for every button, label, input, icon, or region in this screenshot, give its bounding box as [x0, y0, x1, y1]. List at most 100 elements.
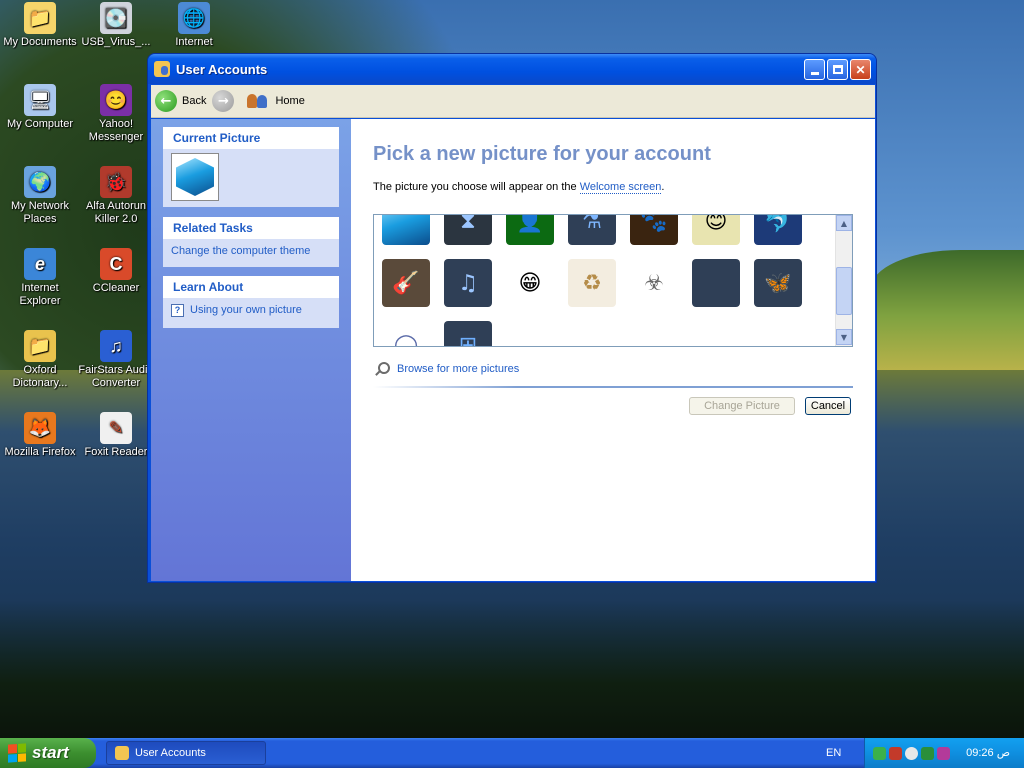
home-button[interactable]: Home — [240, 91, 305, 111]
maximize-button[interactable] — [827, 59, 848, 80]
desc-before: The picture you choose will appear on th… — [373, 181, 580, 193]
current-picture — [171, 153, 219, 201]
taskbar-item-user-accounts[interactable]: User Accounts — [106, 741, 266, 765]
shield-icon[interactable] — [921, 746, 934, 760]
learn-about-panel: Learn About ? Using your own picture — [163, 276, 339, 328]
scroll-thumb[interactable] — [836, 267, 852, 315]
picture-smiley[interactable]: 😊 — [692, 214, 740, 245]
taskbar: start User Accounts EN 09:26 ص — [0, 738, 1024, 768]
desktop-hill — [870, 250, 1024, 370]
picture-recycle-bin[interactable]: ♻ — [568, 259, 616, 307]
related-tasks-panel: Related Tasks Change the computer theme — [163, 217, 339, 267]
browse-label: Browse for more pictures — [397, 363, 520, 375]
bug-icon: 🐞 — [100, 166, 132, 198]
window-content: Current Picture Related Tasks Change the… — [151, 119, 875, 581]
picture-grinning-smiley[interactable]: 😁 — [506, 259, 554, 307]
desc-after: . — [661, 181, 665, 193]
own-picture-link[interactable]: Using your own picture — [190, 304, 302, 316]
separator — [373, 386, 853, 388]
minimize-icon — [810, 71, 819, 75]
desktop-icon-internet-explorer[interactable]: e Internet Explorer — [0, 248, 80, 308]
windows-logo-icon — [8, 743, 26, 763]
back-arrow-icon: ← — [155, 90, 177, 112]
close-button[interactable]: ✕ — [850, 59, 871, 80]
computer-icon: 🖥 — [24, 84, 56, 116]
desktop-icon-foxit-reader[interactable]: ✎ Foxit Reader — [76, 412, 156, 459]
picture-apple[interactable] — [692, 259, 740, 307]
minimize-button[interactable] — [804, 59, 825, 80]
butterfly-icon: 🦋 — [764, 270, 792, 296]
scroll-up-button[interactable]: ▲ — [836, 215, 852, 231]
desktop-icon-label: Internet — [175, 36, 213, 48]
windows-flag-icon: ⊞ — [458, 332, 478, 347]
usb-drive-icon: 💽 — [100, 2, 132, 34]
smiley-icon: 😊 — [704, 214, 728, 234]
current-picture-header: Current Picture — [163, 127, 339, 149]
scroll-down-button[interactable]: ▼ — [836, 329, 852, 345]
close-icon: ✕ — [855, 62, 866, 77]
desktop-icon-label: Mozilla Firefox — [4, 446, 76, 458]
desktop-icon-label: My Documents — [3, 36, 77, 48]
desktop-icon-alfa-autorun-killer[interactable]: 🐞 Alfa Autorun Killer 2.0 — [76, 166, 156, 226]
desktop-icon-internet[interactable]: 🌐 Internet — [154, 2, 234, 49]
desktop-icon-yahoo-messenger[interactable]: 😊 Yahoo! Messenger — [76, 84, 156, 144]
picture-hourglass[interactable]: ⧗ — [444, 215, 492, 245]
related-tasks-body: Change the computer theme — [163, 239, 339, 263]
back-label: Back — [182, 95, 207, 107]
learn-about-header: Learn About — [163, 276, 339, 298]
picker-scrollbar[interactable]: ▲ ▼ — [835, 215, 852, 346]
change-picture-button[interactable]: Change Picture — [689, 397, 795, 415]
language-indicator[interactable]: EN — [826, 747, 841, 759]
desktop-icon-label: My Network Places — [10, 200, 70, 225]
ie-e-icon: e — [24, 248, 56, 280]
messenger-icon[interactable] — [905, 746, 918, 760]
antivirus-icon[interactable] — [889, 746, 902, 760]
welcome-screen-link[interactable]: Welcome screen — [579, 181, 662, 194]
picture-music-note[interactable]: ♫ — [444, 259, 492, 307]
flask-icon: ⚗ — [582, 214, 602, 234]
picture-blue-cube[interactable] — [382, 215, 430, 245]
recycle-icon: ♻ — [582, 270, 602, 296]
desktop-icon-usb-virus[interactable]: 💽 USB_Virus_... — [76, 2, 156, 49]
picture-dolphin[interactable]: 🐬 — [754, 215, 802, 245]
knot-icon: ☣ — [644, 270, 664, 296]
desktop-icon-label: My Computer — [6, 118, 74, 130]
desktop-icon-my-network-places[interactable]: 🌍 My Network Places — [0, 166, 80, 226]
network-icon[interactable] — [873, 746, 886, 760]
ring-icon: ◯ — [393, 332, 419, 347]
browse-pictures-link[interactable]: Browse for more pictures — [375, 362, 519, 376]
picture-butterfly[interactable]: 🦋 — [754, 259, 802, 307]
picture-blue-flask[interactable]: ⚗ — [568, 214, 616, 245]
desktop-icon-fairstars-audio-converter[interactable]: ♫ FairStars Audio Converter — [76, 330, 156, 390]
change-theme-link[interactable]: Change the computer theme — [171, 245, 310, 257]
page-title: Pick a new picture for your account — [373, 143, 711, 165]
network-globe-icon: 🌍 — [24, 166, 56, 198]
desktop-icon-my-documents[interactable]: 📁 My Documents — [0, 2, 80, 49]
window-titlebar[interactable]: User Accounts ✕ — [148, 54, 876, 84]
person-silhouette-icon: 👤 — [516, 214, 544, 234]
search-icon — [375, 362, 390, 376]
clock: 09:26 ص — [966, 747, 1010, 759]
start-button[interactable]: start — [0, 738, 96, 768]
desktop-icon-label: FairStars Audio Converter — [78, 364, 154, 389]
user-accounts-icon — [115, 746, 129, 760]
audio-converter-icon: ♫ — [100, 330, 132, 362]
desktop-icon-mozilla-firefox[interactable]: 🦊 Mozilla Firefox — [0, 412, 80, 459]
picture-windows-flag[interactable]: ⊞ — [444, 321, 492, 347]
picture-paw[interactable]: 🐾 — [630, 215, 678, 245]
desktop-icon-ccleaner[interactable]: C CCleaner — [76, 248, 156, 295]
desktop-icon-my-computer[interactable]: 🖥 My Computer — [0, 84, 80, 131]
picture-biohazard-knot[interactable]: ☣ — [630, 259, 678, 307]
help-icon: ? — [171, 304, 184, 317]
picture-green-figure[interactable]: 👤 — [506, 214, 554, 245]
folder-icon: 📁 — [24, 2, 56, 34]
desktop-icon-oxford-dictionary[interactable]: 📁 Oxford Dictonary... — [0, 330, 80, 390]
cancel-button[interactable]: Cancel — [805, 397, 851, 415]
picture-ring[interactable]: ◯ — [382, 321, 430, 347]
ccleaner-icon: C — [100, 248, 132, 280]
picture-guitar[interactable]: 🎸 — [382, 259, 430, 307]
back-button[interactable]: ← Back — [155, 90, 206, 112]
forward-button[interactable]: → — [212, 90, 235, 112]
speaker-icon[interactable] — [937, 746, 950, 760]
foxit-icon: ✎ — [100, 412, 132, 444]
